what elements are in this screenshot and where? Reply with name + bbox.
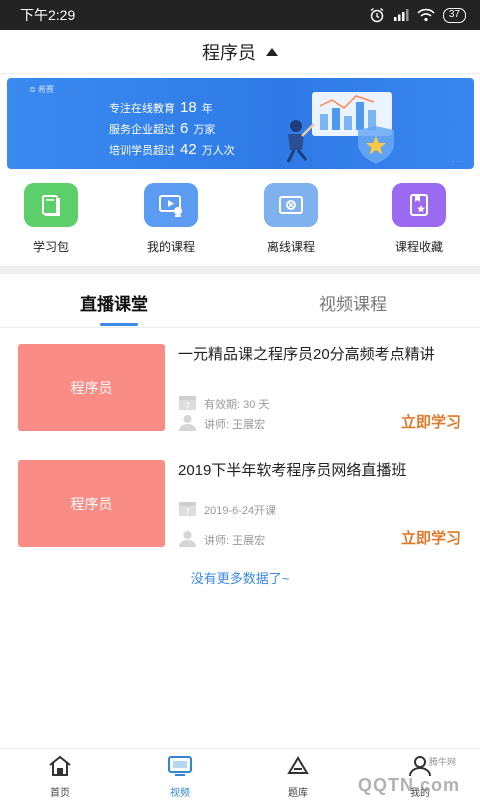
study-now-button[interactable]: 立即学习: [401, 411, 461, 432]
banner-footnote: · · ·: [452, 159, 462, 165]
banner-line-1: 专注在线教育 18 年: [109, 99, 213, 116]
course-teacher-text: 讲师: 王展宏: [204, 419, 266, 431]
course-item[interactable]: 程序员 2019下半年软考程序员网络直播班 7 2019-6-24开课 讲师: …: [0, 460, 480, 555]
subject-selector[interactable]: 程序员: [0, 30, 480, 74]
bottom-nav: 首页 视频 题库 我的 腾牛网 QQTN.com: [0, 748, 480, 800]
status-time: 下午2:29: [20, 7, 76, 23]
banner-logo-mark: ⊜: [29, 85, 38, 94]
tv-icon: [167, 756, 193, 781]
active-tab-indicator: [100, 323, 138, 326]
watermark-sub: 腾牛网: [428, 757, 456, 767]
bookmark-star-icon: [392, 183, 446, 227]
calendar-icon: 7: [178, 500, 197, 520]
calendar-icon: 7: [178, 394, 197, 414]
nav-label: 题库: [288, 788, 308, 799]
course-teacher: 讲师: 王展宏: [178, 414, 265, 434]
course-thumbnail: 程序员: [18, 344, 165, 431]
wifi-icon: [417, 8, 435, 22]
course-title: 2019下半年软考程序员网络直播班: [178, 462, 407, 479]
quick-link-label: 我的课程: [146, 240, 195, 254]
course-validity: 7 有效期: 30 天: [178, 394, 269, 414]
battery-indicator: 37: [442, 7, 466, 23]
quick-link-label: 课程收藏: [394, 240, 443, 254]
home-icon: [47, 755, 73, 781]
signal-icon: [393, 8, 409, 22]
course-date-text: 有效期: 30 天: [204, 399, 270, 411]
course-title: 一元精品课之程序员20分高频考点精讲: [178, 346, 435, 363]
banner-text: 专注在线教育 18 年 服务企业超过 6 万家 培训学员超过 42 万人次: [109, 98, 235, 161]
quick-link-label: 离线课程: [266, 240, 315, 254]
banner-logo-text: 希赛: [37, 85, 54, 94]
nav-label: 首页: [50, 788, 70, 799]
alarm-icon: [369, 7, 385, 23]
caret-up-icon: [266, 47, 278, 56]
question-bank-icon: [285, 756, 311, 781]
quick-link-study-pack[interactable]: 学习包: [6, 183, 96, 255]
quick-link-label: 学习包: [32, 240, 69, 254]
user-icon: [178, 414, 197, 434]
nav-video[interactable]: 视频: [150, 755, 210, 799]
banner-line-2: 服务企业超过 6 万家: [109, 120, 216, 137]
nav-home[interactable]: 首页: [30, 755, 90, 799]
nav-question-bank[interactable]: 题库: [268, 755, 328, 799]
promo-banner[interactable]: ⊜ 希赛 专注在线教育 18 年 服务企业超过 6 万家 培训学员超过 42 万人次 · ·…: [7, 78, 474, 169]
tab-video-courses[interactable]: 视频课程: [319, 290, 387, 315]
quick-links: 学习包 我的课程 离线课程 课程收藏: [0, 183, 480, 255]
course-teacher-text: 讲师: 王展宏: [204, 535, 266, 547]
banner-line-3: 培训学员超过 42 万人次: [109, 141, 235, 158]
no-more-data-text: 没有更多数据了~: [190, 571, 290, 586]
course-tabs: 直播课堂 视频课程: [0, 274, 480, 328]
user-icon: [178, 530, 197, 550]
book-icon: [24, 183, 78, 227]
status-icons: 37: [369, 7, 466, 23]
study-now-button[interactable]: 立即学习: [401, 527, 461, 548]
banner-logo: ⊜ 希赛: [29, 84, 54, 95]
course-start-date: 7 2019-6-24开课: [178, 500, 276, 520]
tab-live-class[interactable]: 直播课堂: [80, 290, 148, 315]
offline-video-icon: [264, 183, 318, 227]
page-title: 程序员: [202, 42, 256, 63]
status-bar: 下午2:29 37: [0, 0, 480, 30]
course-thumbnail: 程序员: [18, 460, 165, 547]
section-divider: [0, 266, 480, 274]
nav-label: 视频: [170, 788, 190, 799]
quick-link-my-courses[interactable]: 我的课程: [126, 183, 216, 255]
svg-text:7: 7: [185, 508, 190, 517]
quick-link-favorites[interactable]: 课程收藏: [374, 183, 464, 255]
course-date-text: 2019-6-24开课: [204, 505, 277, 517]
course-thumbnail-label: 程序员: [70, 379, 113, 396]
play-screen-icon: [144, 183, 198, 227]
course-teacher: 讲师: 王展宏: [178, 530, 265, 550]
quick-link-offline-courses[interactable]: 离线课程: [246, 183, 336, 255]
svg-text:7: 7: [185, 402, 190, 411]
course-thumbnail-label: 程序员: [70, 495, 113, 512]
banner-illustration: [274, 86, 404, 169]
course-item[interactable]: 程序员 一元精品课之程序员20分高频考点精讲 7 有效期: 30 天 讲师: 王…: [0, 344, 480, 439]
watermark: QQTN.com: [357, 775, 460, 795]
